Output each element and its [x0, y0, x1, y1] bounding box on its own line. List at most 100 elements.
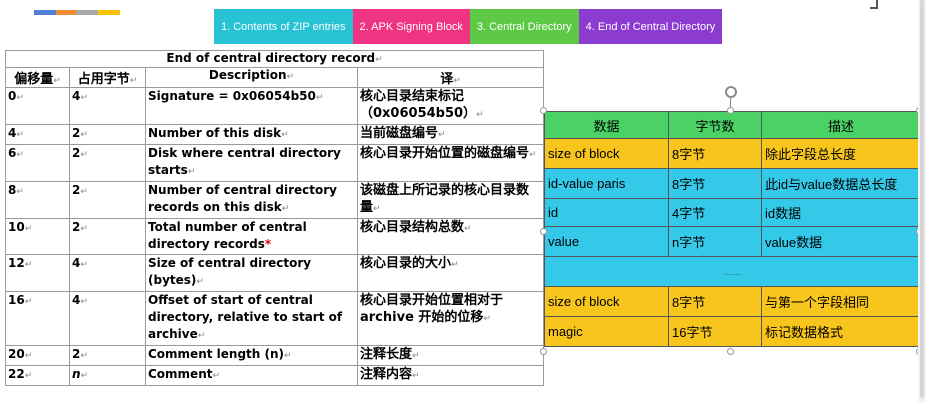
- tab-2[interactable]: 2. APK Signing Block: [352, 9, 470, 44]
- block-header-cell: 字节数: [668, 111, 762, 139]
- paragraph-mark-icon: ↵: [80, 150, 88, 160]
- table-row: 12↵ 4↵ Size of central directory (bytes)↵ 核…: [5, 254, 545, 292]
- cell-offset: 4↵: [5, 124, 70, 145]
- cell-translation-text: 该磁盘上所记录的核心目录数量: [360, 183, 530, 215]
- block-table-row: magic 16字节 标记数据格式: [544, 316, 921, 347]
- cell-translation-text: 核心目录开始位置的磁盘编号: [360, 146, 530, 161]
- cell-description-text: Number of central directory records on t…: [148, 183, 337, 214]
- block-cell-data: id-value paris: [544, 168, 669, 199]
- block-table-row: ……: [544, 256, 921, 287]
- block-cell-data: id: [544, 198, 669, 227]
- paragraph-mark-icon: ↵: [212, 371, 221, 381]
- cell-offset: 16↵: [5, 291, 70, 346]
- cell-translation: 核心目录开始位置相对于archive 开始的位移↵: [356, 291, 545, 346]
- block-header-cell: 描述: [761, 111, 921, 139]
- resize-handle-mid-left[interactable]: [540, 228, 547, 235]
- cell-translation: 当前磁盘编号↵: [356, 124, 545, 145]
- block-cell-bytes: 4字节: [668, 198, 762, 227]
- table-row: 16↵ 4↵ Offset of start of central director…: [5, 291, 545, 346]
- resize-handle-bottom-mid[interactable]: [727, 348, 734, 355]
- cell-offset: 0↵: [5, 87, 70, 125]
- strip-segment: [98, 10, 120, 15]
- strip-segment: [34, 10, 56, 15]
- paragraph-mark-icon: ↵: [16, 150, 24, 160]
- block-table-row: value n字节 value数据: [544, 226, 921, 257]
- paragraph-mark-icon: ↵: [80, 371, 89, 381]
- cell-translation: 该磁盘上所记录的核心目录数量↵: [356, 181, 545, 219]
- block-table-header: 数据 字节数 描述: [544, 111, 921, 139]
- cell-description-text: Total number of central directory record…: [148, 220, 307, 251]
- scrollbar-thumb[interactable]: [920, 0, 924, 398]
- paragraph-mark-icon: ↵: [16, 187, 24, 197]
- resize-handle-top-mid[interactable]: [727, 107, 734, 114]
- cell-translation-text: 核心目录开始位置相对于archive 开始的位移: [360, 293, 504, 325]
- table-row: 0↵ 4↵ Signature = 0x06054b50↵ 核心目录结束标记（0x06…: [5, 87, 545, 125]
- block-table-row: size of block 8字节 除此字段总长度: [544, 138, 921, 169]
- paragraph-mark-icon: ↵: [464, 224, 472, 234]
- cell-bytes: 4↵: [69, 87, 146, 125]
- cell-description: Offset of start of central directory, re…: [145, 291, 358, 346]
- resize-handle-top-left[interactable]: [540, 107, 547, 114]
- cell-description: Total number of central directory record…: [145, 218, 358, 255]
- cell-translation: 核心目录的大小↵: [356, 254, 545, 292]
- cell-offset: 10↵: [5, 218, 70, 255]
- block-cell-desc: 标记数据格式: [761, 316, 921, 347]
- cell-description-text: Disk where central directory starts: [148, 146, 341, 177]
- cell-offset-text: 22: [8, 367, 25, 381]
- paragraph-mark-icon: ↵: [284, 351, 292, 361]
- cell-bytes: 2↵: [69, 345, 146, 366]
- strip-segment: [56, 10, 76, 15]
- cell-offset: 8↵: [5, 181, 70, 219]
- cell-description-text: Number of this disk: [148, 126, 282, 140]
- cell-translation-text: 当前磁盘编号: [360, 126, 439, 141]
- cell-offset: 12↵: [5, 254, 70, 292]
- resize-handle-bottom-left[interactable]: [540, 348, 547, 355]
- table-row: 6↵ 2↵ Disk where central directory starts↵…: [5, 144, 545, 182]
- table-row: 8↵ 2↵ Number of central directory records …: [5, 181, 545, 219]
- block-header-cell: 数据: [544, 111, 669, 139]
- ellipsis-cell: ……: [544, 256, 921, 287]
- cell-offset: 22↵: [5, 365, 70, 386]
- cell-offset-text: 10: [8, 220, 25, 234]
- paragraph-mark-icon: ↵: [197, 331, 206, 341]
- signing-block-table[interactable]: 数据 字节数 描述 size of block 8字节 除此字段总长度 id-value p…: [544, 111, 921, 347]
- paragraph-mark-icon: ↵: [451, 260, 459, 270]
- block-cell-desc: value数据: [761, 226, 921, 257]
- table-row: 22↵ n↵ Comment↵ 注释内容↵: [5, 365, 545, 386]
- cell-offset: 20↵: [5, 345, 70, 366]
- block-cell-data: magic: [544, 316, 669, 347]
- header-translation: 译↵: [356, 67, 545, 88]
- cell-translation-text: 注释长度: [360, 347, 413, 362]
- header-bytes: 占用字节↵: [69, 67, 146, 88]
- cell-translation: 核心目录开始位置的磁盘编号↵: [356, 144, 545, 182]
- cell-description-text: Signature = 0x06054b50: [148, 89, 316, 103]
- paragraph-mark-icon: ↵: [80, 297, 88, 307]
- cell-description-text: Comment: [148, 367, 213, 381]
- cell-translation: 注释长度↵: [356, 345, 545, 366]
- cell-description: Comment↵: [145, 365, 358, 386]
- paragraph-mark-icon: ↵: [24, 224, 33, 234]
- tab-1[interactable]: 1. Contents of ZIP entries: [214, 9, 353, 44]
- cell-description-text: Comment length (n): [148, 347, 285, 361]
- cell-bytes: 2↵: [69, 218, 146, 255]
- cell-bytes: 2↵: [69, 181, 146, 219]
- tab-3[interactable]: 3. Central Directory: [469, 9, 579, 44]
- paragraph-mark-icon: ↵: [24, 297, 33, 307]
- cell-bytes-text: n: [72, 367, 81, 381]
- block-cell-desc: 此id与value数据总长度: [761, 168, 921, 199]
- block-cell-bytes: 8字节: [668, 168, 762, 199]
- rotate-handle[interactable]: [725, 86, 737, 98]
- paragraph-mark-icon: ↵: [24, 260, 33, 270]
- paragraph-mark-icon: ↵: [412, 371, 420, 381]
- tab-4[interactable]: 4. End of Central Directory: [578, 9, 723, 44]
- paragraph-mark-icon: ↵: [281, 130, 289, 140]
- block-table-row: id 4字节 id数据: [544, 198, 921, 227]
- table-row: 10↵ 2↵ Total number of central directory r…: [5, 218, 545, 255]
- section-tabs: 1. Contents of ZIP entries 2. APK Signing…: [214, 9, 723, 44]
- cell-bytes: 4↵: [69, 254, 146, 292]
- block-cell-data: value: [544, 226, 669, 257]
- cell-description: Signature = 0x06054b50↵: [145, 87, 358, 125]
- paragraph-mark-icon: ↵: [373, 204, 381, 214]
- block-cell-desc: 除此字段总长度: [761, 138, 921, 169]
- paragraph-mark-icon: ↵: [80, 187, 88, 197]
